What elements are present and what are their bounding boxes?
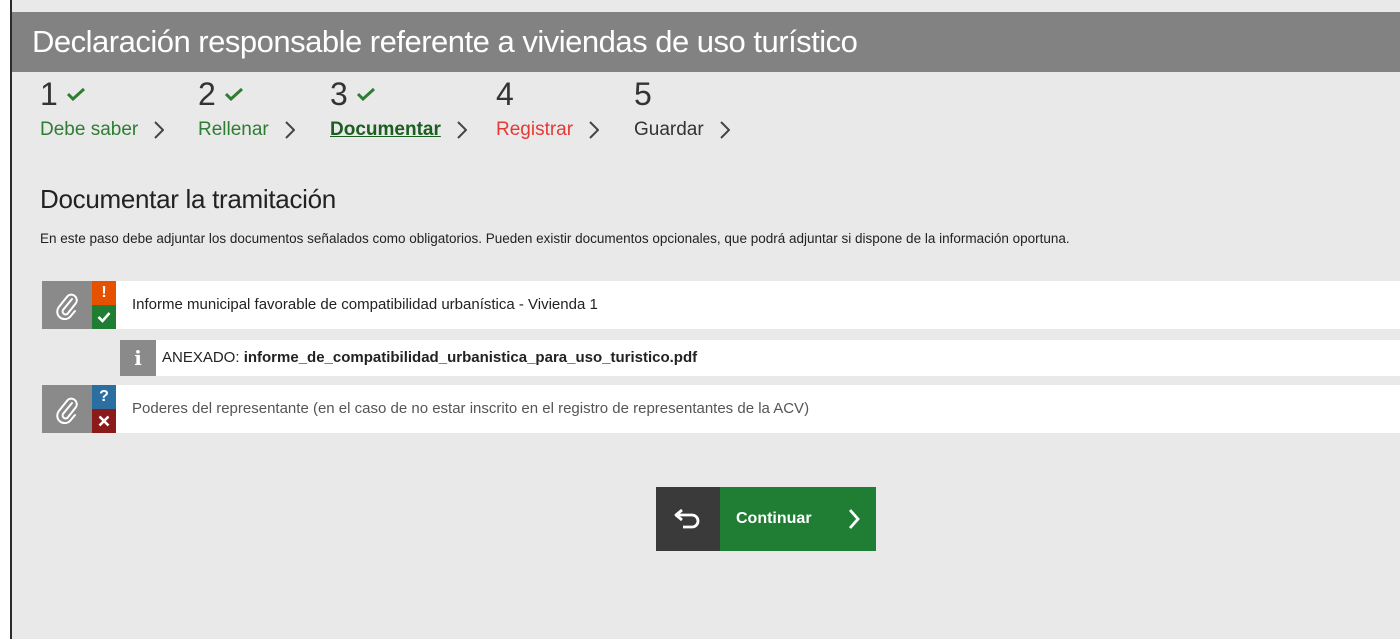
- attach-button[interactable]: [42, 281, 92, 329]
- continue-button[interactable]: Continuar: [720, 487, 876, 551]
- step-4[interactable]: 4 Registrar: [496, 72, 600, 142]
- chevron-right-icon: [848, 509, 860, 529]
- check-icon: [92, 305, 116, 329]
- return-arrow-icon: [674, 508, 700, 529]
- step-label: Guardar: [634, 119, 704, 140]
- check-icon: [224, 87, 243, 101]
- attached-file-row[interactable]: i ANEXADO: informe_de_compatibilidad_urb…: [120, 340, 1400, 376]
- step-2[interactable]: 2 Rellenar: [198, 72, 295, 142]
- stepper: 1 Debe saber 2 Rellenar 3 Documentar 4 R…: [12, 72, 1400, 172]
- page-title: Declaración responsable referente a vivi…: [32, 24, 858, 59]
- paperclip-icon: [56, 293, 78, 320]
- document-status: !: [92, 281, 116, 329]
- section-description: En este paso debe adjuntar los documento…: [40, 231, 1070, 246]
- paperclip-icon: [56, 397, 78, 424]
- chevron-right-icon: [457, 121, 467, 139]
- info-icon: i: [120, 340, 156, 376]
- step-label: Debe saber: [40, 119, 139, 140]
- step-number: 1: [40, 76, 58, 112]
- document-status: ?: [92, 385, 116, 433]
- warning-icon: !: [92, 281, 116, 305]
- question-icon: ?: [92, 385, 116, 409]
- step-label: Registrar: [496, 119, 574, 140]
- cross-icon: [92, 409, 116, 433]
- attach-button[interactable]: [42, 385, 92, 433]
- chevron-right-icon: [154, 121, 165, 139]
- chevron-right-icon: [285, 121, 295, 139]
- step-1[interactable]: 1 Debe saber: [40, 72, 165, 142]
- document-row[interactable]: ? Poderes del representante (en el caso …: [42, 385, 1400, 433]
- action-bar: Continuar: [656, 487, 876, 551]
- continue-label: Continuar: [736, 510, 812, 527]
- app-frame: Declaración responsable referente a vivi…: [12, 12, 1400, 639]
- check-icon: [66, 87, 85, 101]
- attached-prefix: ANEXADO:: [162, 349, 244, 366]
- step-number: 2: [198, 76, 216, 112]
- step-number: 3: [330, 76, 348, 112]
- step-3[interactable]: 3 Documentar: [330, 72, 467, 142]
- window-left-border: [0, 0, 12, 639]
- step-5[interactable]: 5 Guardar: [634, 72, 730, 142]
- step-number: 4: [496, 76, 514, 112]
- chevron-right-icon: [589, 121, 600, 139]
- document-row[interactable]: ! Informe municipal favorable de compati…: [42, 281, 1400, 329]
- check-icon: [356, 87, 375, 101]
- step-label: Documentar: [330, 119, 441, 140]
- section-title: Documentar la tramitación: [40, 184, 336, 214]
- back-button[interactable]: [656, 487, 720, 551]
- document-title: Poderes del representante (en el caso de…: [132, 400, 810, 417]
- document-title: Informe municipal favorable de compatibi…: [132, 296, 598, 313]
- step-number: 5: [634, 76, 652, 112]
- attached-file-name[interactable]: informe_de_compatibilidad_urbanistica_pa…: [244, 349, 697, 366]
- page-header: Declaración responsable referente a vivi…: [12, 12, 1400, 72]
- chevron-right-icon: [719, 121, 730, 139]
- step-label: Rellenar: [198, 119, 269, 140]
